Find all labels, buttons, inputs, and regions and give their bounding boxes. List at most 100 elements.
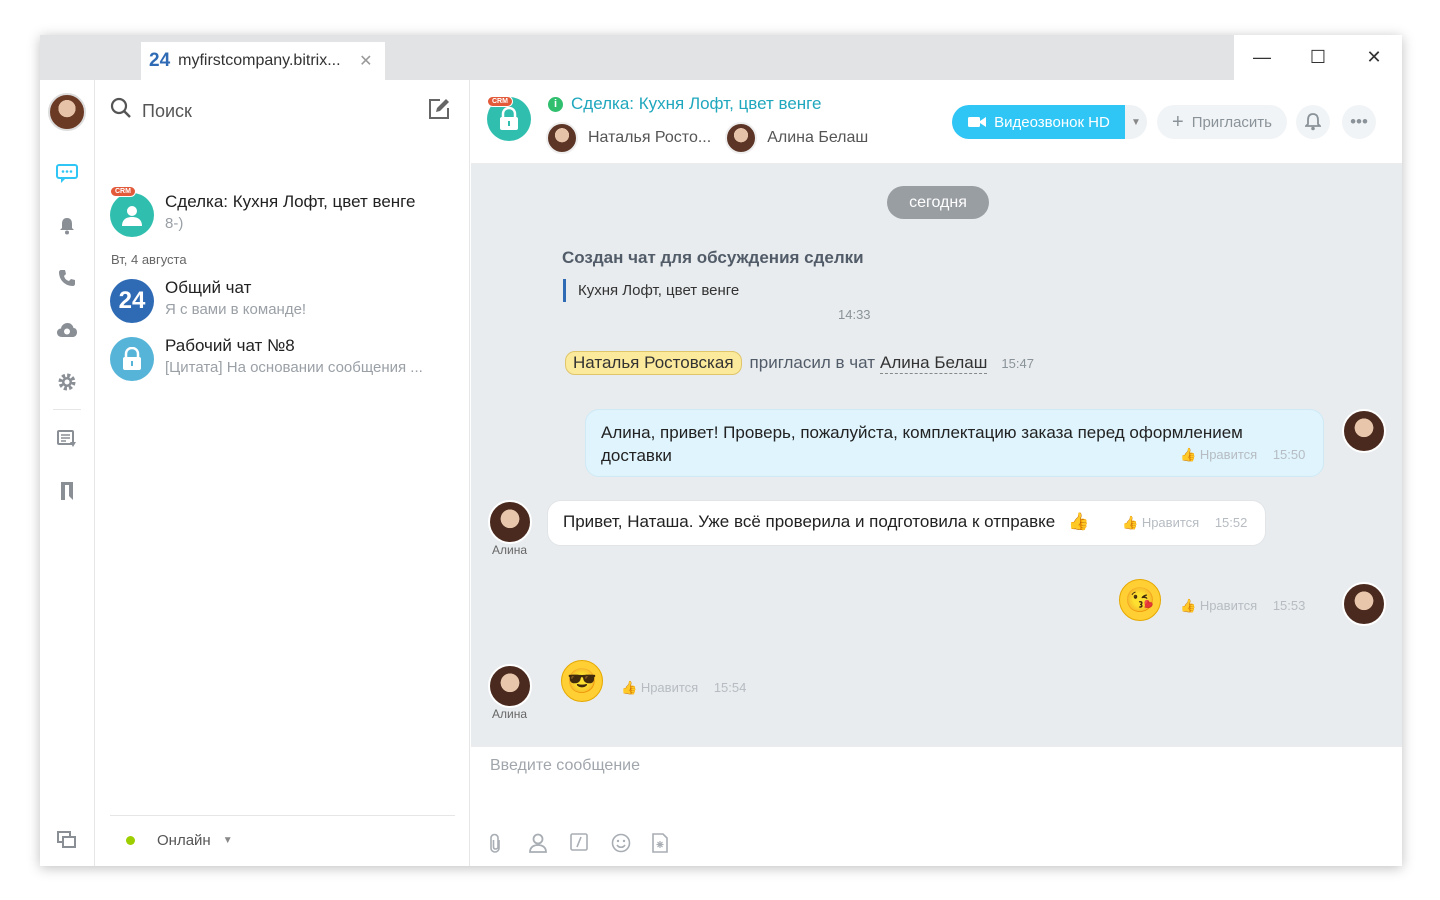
crm-badge: CRM <box>110 186 136 197</box>
member-avatar[interactable] <box>725 122 758 154</box>
message-meta: 👍 Нравится 15:54 <box>621 680 746 696</box>
plus-icon: + <box>1172 110 1184 133</box>
like-label: Нравится <box>640 680 699 695</box>
message-meta: 👍 Нравится 15:53 <box>1180 598 1305 614</box>
mention-actor[interactable]: Наталья Ростовская <box>565 351 742 375</box>
chat-item-name: Сделка: Кухня Лофт, цвет венге <box>165 192 416 211</box>
chat-header: CRM i Сделка: Кухня Лофт, цвет венге Нат… <box>471 80 1402 164</box>
deal-chat-avatar <box>110 193 154 237</box>
new-chat-icon[interactable] <box>428 98 450 126</box>
member-avatar[interactable] <box>546 122 578 154</box>
chat-members: Наталья Росто... Алина Белаш <box>546 122 882 154</box>
date-pill: сегодня <box>887 186 989 219</box>
more-options-icon[interactable]: ••• <box>1342 105 1376 139</box>
message-time: 14:33 <box>838 307 871 322</box>
message-time: 15:52 <box>1214 515 1248 530</box>
chat-item-work[interactable]: Рабочий чат №8 [Цитата] На основании соо… <box>110 334 455 382</box>
like-button[interactable]: 👍 Нравится <box>1122 515 1199 530</box>
messages-area: сегодня Создан чат для обсуждения сделки… <box>471 164 1402 746</box>
message-input[interactable]: Введите сообщение <box>490 757 640 775</box>
kiss-emoji[interactable]: 😘 <box>1119 579 1161 621</box>
member-name[interactable]: Алина Белаш <box>767 129 868 147</box>
search-icon <box>110 97 132 125</box>
tab-title: myfirstcompany.bitrix... <box>178 52 341 69</box>
message-time: 15:53 <box>1272 598 1306 613</box>
chat-list-icon[interactable] <box>53 425 81 453</box>
minimize-button[interactable]: — <box>1234 35 1290 80</box>
like-label: Нравится <box>1199 598 1258 613</box>
chat-item-preview: 8-) <box>165 215 184 232</box>
author-name: Алина <box>492 707 528 721</box>
browser-tab[interactable]: 24 myfirstcompany.bitrix... ✕ <box>141 42 385 80</box>
nav-rail <box>40 80 95 866</box>
chat-item-name: Общий чат <box>165 278 252 297</box>
chat-title[interactable]: i Сделка: Кухня Лофт, цвет венге <box>548 94 821 114</box>
title-bar: 24 myfirstcompany.bitrix... ✕ — ☐ ✕ <box>40 35 1402 80</box>
lock-icon <box>110 337 154 381</box>
invite-button[interactable]: + Пригласить <box>1157 105 1287 139</box>
mention-target[interactable]: Алина Белаш <box>880 353 988 374</box>
chat-icon[interactable] <box>53 160 81 188</box>
alina-avatar[interactable] <box>488 500 532 544</box>
video-call-label: Видеозвонок HD <box>994 113 1110 131</box>
bell-icon[interactable] <box>53 212 81 240</box>
author-name: Алина <box>492 543 528 557</box>
system-quote: Кухня Лофт, цвет венге <box>563 279 739 302</box>
sticker-file-icon[interactable] <box>652 833 693 858</box>
status-selector[interactable]: Онлайн ▼ <box>110 815 455 865</box>
message-meta: 👍 Нравится 15:50 <box>1180 447 1305 463</box>
video-call-control: Видеозвонок HD ▼ <box>952 105 1147 139</box>
chat-item-preview: Я с вами в команде! <box>165 301 307 318</box>
like-button[interactable]: 👍 Нравится <box>621 680 698 695</box>
like-label: Нравится <box>1199 447 1258 462</box>
chat-item-deal[interactable]: CRM Сделка: Кухня Лофт, цвет венге 8-) <box>110 186 455 238</box>
general-chat-avatar: 24 <box>110 279 154 323</box>
chat-pane: CRM i Сделка: Кухня Лофт, цвет венге Нат… <box>471 80 1402 866</box>
attach-icon[interactable] <box>488 833 529 858</box>
messenger-window: 24 myfirstcompany.bitrix... ✕ — ☐ ✕ Поис… <box>40 35 1402 866</box>
sunglasses-emoji[interactable]: 😎 <box>561 660 603 702</box>
my-avatar[interactable] <box>1342 409 1386 453</box>
member-name[interactable]: Наталья Росто... <box>588 129 711 147</box>
message-time: 15:54 <box>713 680 747 695</box>
windows-icon[interactable] <box>53 826 81 854</box>
date-separator: Вт, 4 августа <box>111 252 187 267</box>
search-bar[interactable]: Поиск <box>110 96 450 126</box>
like-button[interactable]: 👍 Нравится <box>1180 598 1257 613</box>
message-time: 15:47 <box>1001 355 1034 371</box>
like-label: Нравится <box>1141 515 1200 530</box>
invite-label: Пригласить <box>1191 113 1272 131</box>
message-bubble-outgoing[interactable]: Алина, привет! Проверь, пожалуйста, комп… <box>585 409 1324 477</box>
my-avatar[interactable] <box>1342 582 1386 626</box>
thumbs-up-emoji: 👍 <box>1067 512 1090 531</box>
close-button[interactable]: ✕ <box>1346 35 1402 80</box>
maximize-button[interactable]: ☐ <box>1290 35 1346 80</box>
chat-item-general[interactable]: 24 Общий чат Я с вами в команде! <box>110 276 455 324</box>
user-avatar[interactable] <box>48 93 86 131</box>
status-label: Онлайн <box>157 832 211 849</box>
crm-badge: CRM <box>487 96 513 107</box>
search-input[interactable]: Поиск <box>142 101 192 122</box>
cloud-icon[interactable] <box>53 316 81 344</box>
video-call-button[interactable]: Видеозвонок HD <box>952 105 1125 139</box>
bitrix24-logo: 24 <box>149 50 171 71</box>
info-icon[interactable]: i <box>548 96 563 112</box>
mute-notifications-icon[interactable] <box>1296 105 1330 139</box>
chat-title-text: Сделка: Кухня Лофт, цвет венге <box>571 94 822 113</box>
system-message: Создан чат для обсуждения сделки <box>562 248 864 267</box>
video-call-dropdown-icon[interactable]: ▼ <box>1125 105 1147 139</box>
invite-event: Наталья Ростовская пригласил в чат Алина… <box>565 351 1034 375</box>
rail-divider <box>53 409 81 410</box>
contact-icon[interactable] <box>529 833 570 858</box>
bookmark-icon[interactable] <box>53 477 81 505</box>
chevron-down-icon: ▼ <box>222 835 233 846</box>
like-button[interactable]: 👍 Нравится <box>1180 447 1257 462</box>
message-composer: Введите сообщение <box>471 746 1402 866</box>
gear-icon[interactable] <box>53 368 81 396</box>
alina-avatar[interactable] <box>488 664 532 708</box>
tab-close-icon[interactable]: ✕ <box>359 51 372 71</box>
message-time: 15:50 <box>1272 447 1306 462</box>
command-icon[interactable] <box>570 833 611 858</box>
phone-icon[interactable] <box>53 264 81 292</box>
smile-icon[interactable] <box>611 833 652 858</box>
